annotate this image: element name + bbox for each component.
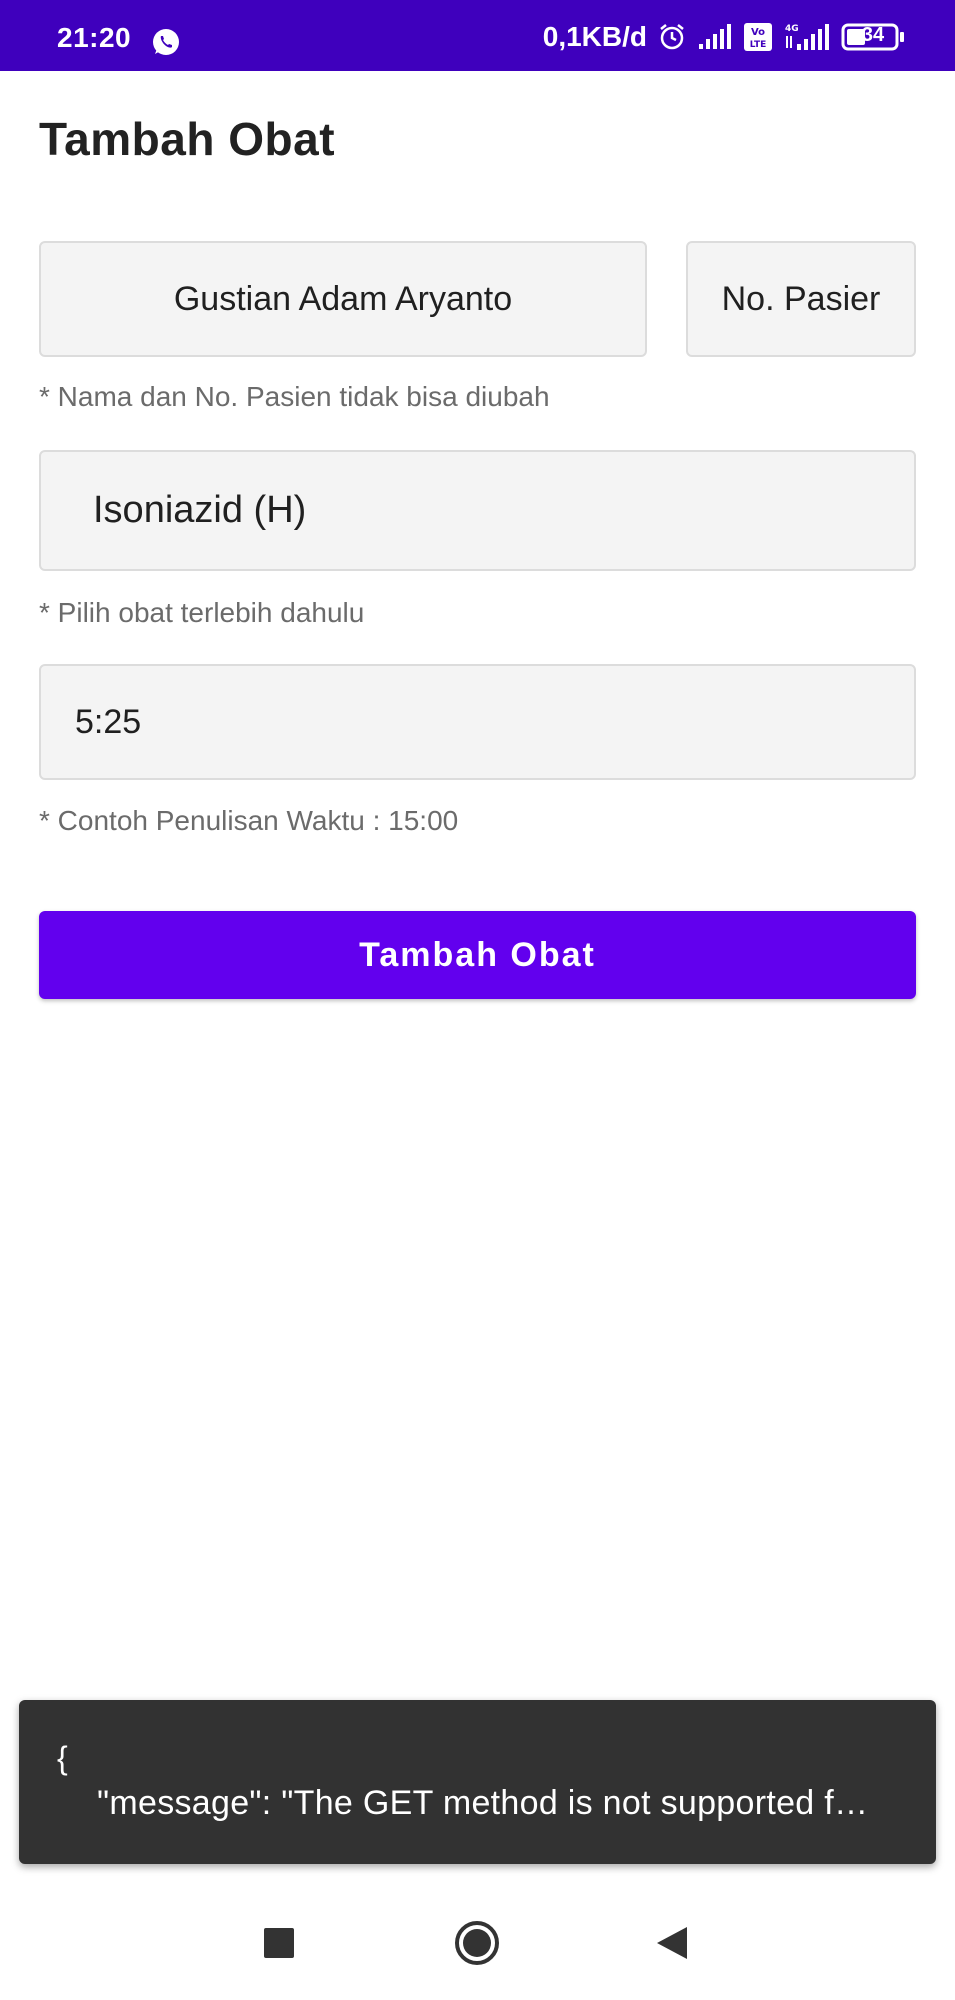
time-hint: * Contoh Penulisan Waktu : 15:00	[39, 805, 459, 836]
svg-text:Vo: Vo	[751, 27, 765, 38]
alarm-icon	[657, 22, 687, 52]
patient-name-field: Gustian Adam Aryanto	[39, 241, 647, 357]
signal-icon	[697, 24, 733, 50]
status-bar: 21:20 0,1KB/d Vo LTE 4G 34	[0, 0, 955, 71]
recents-icon[interactable]	[234, 1885, 324, 2000]
page-title: Tambah Obat	[39, 113, 336, 165]
whatsapp-icon	[150, 26, 182, 63]
patient-name-value: Gustian Adam Aryanto	[173, 279, 513, 318]
medicine-selected-value: Isoniazid (H)	[93, 489, 307, 531]
patient-number-value: No. Pasier	[721, 279, 881, 318]
volte-icon: Vo LTE	[743, 22, 773, 52]
navigation-bar	[0, 1885, 955, 2000]
back-icon[interactable]	[627, 1885, 717, 2000]
time-input[interactable]: 5:25	[39, 664, 916, 780]
signal-4g-icon: 4G	[783, 22, 831, 52]
network-speed: 0,1KB/d	[542, 21, 647, 52]
battery-level: 34	[861, 24, 885, 46]
svg-text:LTE: LTE	[750, 40, 767, 50]
patient-number-field: No. Pasier	[686, 241, 916, 357]
status-time: 21:20	[57, 22, 132, 53]
add-medicine-button[interactable]: Tambah Obat	[39, 911, 916, 999]
toast-line-1: {	[57, 1740, 68, 1776]
svg-text:4G: 4G	[785, 24, 799, 34]
toast-line-2: "message": "The GET method is not suppor…	[97, 1784, 869, 1822]
time-input-value: 5:25	[75, 702, 142, 741]
home-icon[interactable]	[432, 1885, 522, 2000]
toast-message: { "message": "The GET method is not supp…	[19, 1700, 936, 1864]
patient-hint: * Nama dan No. Pasien tidak bisa diubah	[39, 381, 550, 412]
medicine-hint: * Pilih obat terlebih dahulu	[39, 597, 365, 628]
medicine-select[interactable]: Isoniazid (H)	[39, 450, 916, 571]
battery-icon: 34	[841, 22, 905, 52]
